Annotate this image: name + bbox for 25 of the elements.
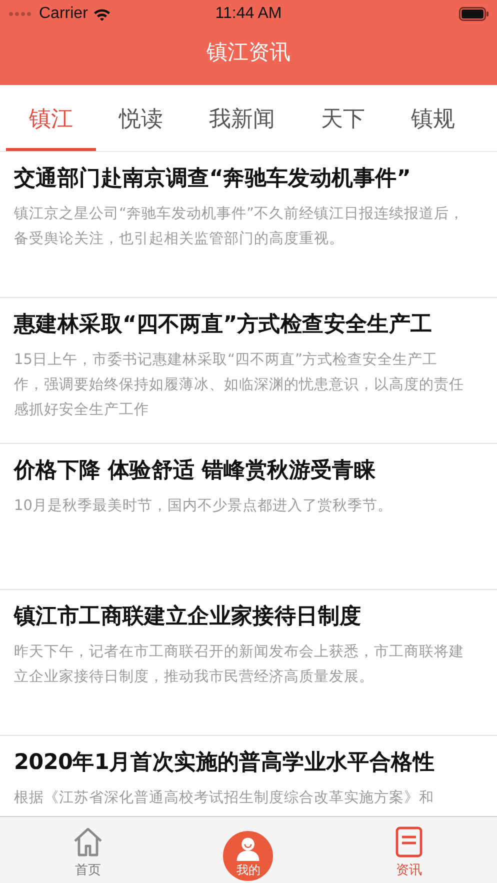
article-summary: 镇江京之星公司“奔驰车发动机事件”不久前经镇江日报连续报道后，备受舆论关注，也引起相关监管部门的高度重视。: [14, 204, 466, 249]
signal-icon: [8, 11, 34, 17]
article-summary: 根据《江苏省深化普通高校考试招生制度综合改革实施方案》和: [14, 788, 435, 808]
status-time: 11:44 AM: [215, 5, 282, 23]
category-tab[interactable]: 镇江: [6, 85, 96, 151]
category-tab[interactable]: 天下: [298, 85, 388, 151]
tab-bar-item[interactable]: 首页: [48, 826, 128, 883]
article-title[interactable]: 镇江市工商联建立企业家接待日制度: [14, 602, 483, 632]
category-tab[interactable]: 我新闻: [186, 85, 298, 151]
category-tab[interactable]: 悦读: [96, 85, 186, 151]
nav-bar-title: 镇江资讯: [206, 39, 290, 65]
carrier-name: Carrier: [39, 5, 88, 23]
article-title[interactable]: 交通部门赴南京调查“奔驰车发动机事件”: [14, 164, 483, 194]
article-title[interactable]: 价格下降 体验舒适 错峰赏秋游受青睐: [14, 456, 483, 486]
article-title[interactable]: 惠建林采取“四不两直”方式检查安全生产工: [14, 310, 483, 340]
category-tab[interactable]: 镇规: [388, 85, 478, 151]
document-icon: [395, 826, 424, 858]
wifi-icon: [92, 8, 111, 20]
article-summary: 15日上午，市委书记惠建林采取“四不两直”方式检查安全生产工作，强调要始终保持如履薄冰、如临深渊的忧患意识，以高度的责任感抓好安全生产工作: [14, 350, 465, 420]
home-icon: [72, 826, 104, 858]
article-title[interactable]: 2020年1月首次实施的普高学业水平合格性: [14, 748, 483, 778]
battery-icon: [458, 7, 489, 21]
article-summary: 10月是秋季最美时节，国内不少景点都进入了赏秋季节。: [14, 496, 394, 516]
tab-bar-item[interactable]: 资讯: [369, 826, 450, 883]
article-summary: 昨天下午，记者在市工商联召开的新闻发布会上获悉，市工商联将建立企业家接待日制度，推动我市民营经济高质量发展。: [14, 642, 465, 687]
